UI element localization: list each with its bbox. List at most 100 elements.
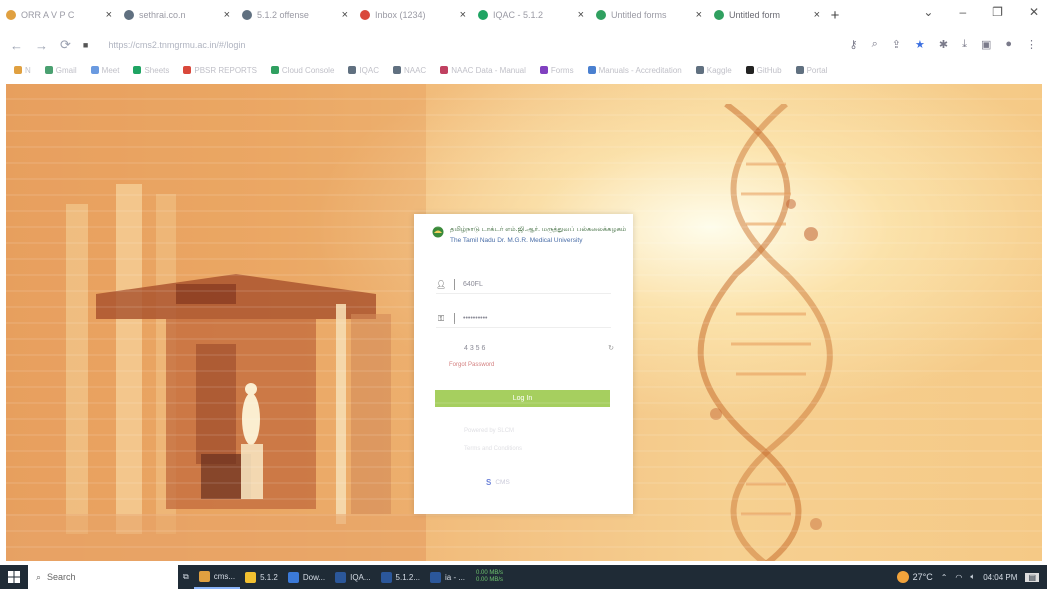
key-icon[interactable]: ⚷	[850, 38, 858, 51]
bookmark-item[interactable]: Gmail	[44, 65, 77, 75]
password-input[interactable]: ••••••••••	[463, 315, 488, 322]
bookmark-favicon-icon	[745, 66, 754, 74]
taskbar-app-label: 5.1.2	[260, 572, 278, 582]
bookmark-item[interactable]: PBSR REPORTS	[183, 66, 257, 75]
taskbar-app-button[interactable]: Dow...	[283, 565, 330, 589]
browser-tab[interactable]: Untitled forms ×	[590, 2, 708, 28]
tab-close-icon[interactable]: ×	[106, 9, 112, 21]
reload-icon[interactable]: ⟳	[60, 37, 71, 53]
taskbar-app-button[interactable]: cms...	[193, 565, 241, 589]
bookmark-item[interactable]: Cloud Console	[270, 65, 335, 75]
username-field[interactable]: 👤︎ 640FL	[436, 276, 611, 294]
refresh-captcha-icon[interactable]: ↻	[608, 344, 614, 352]
windows-taskbar: ⌕ Search ⧉ cms... 5.1.2 Dow... IQA... 5.1.2.…	[0, 565, 1047, 589]
taskbar-app-icon	[430, 571, 442, 583]
footer-note-2[interactable]: Terms and Conditions	[464, 446, 522, 452]
tab-title: sethrai.co.n	[139, 10, 186, 20]
tab-close-icon[interactable]: ×	[696, 9, 702, 21]
windows-start-icon[interactable]	[0, 571, 28, 583]
wifi-icon[interactable]: ◠	[955, 573, 962, 582]
browser-tab[interactable]: ORR A V P C ×	[0, 2, 118, 28]
forward-icon[interactable]: →	[35, 38, 48, 53]
sidepanel-icon[interactable]: ▣	[981, 38, 991, 51]
taskbar-app-label: IQA...	[350, 572, 371, 582]
tab-favicon-icon	[478, 10, 488, 20]
back-icon[interactable]: ←	[10, 38, 23, 53]
tab-favicon-icon	[124, 10, 134, 20]
tab-close-icon[interactable]: ×	[460, 9, 466, 21]
search-icon: ⌕	[36, 571, 42, 582]
browser-tab[interactable]: sethrai.co.n ×	[118, 2, 236, 28]
taskbar-app-icon	[245, 571, 257, 583]
taskbar-app-icon	[198, 570, 210, 582]
network-download: 0.00 MB/s	[476, 577, 504, 583]
username-input[interactable]: 640FL	[463, 281, 483, 288]
bookmark-item[interactable]: Kaggle	[695, 65, 732, 75]
password-field[interactable]: ⚿ ••••••••••	[436, 310, 611, 328]
bookmark-label: Gmail	[55, 65, 77, 75]
taskbar-app-icon	[380, 571, 392, 583]
browser-tab[interactable]: 5.1.2 offense ×	[236, 2, 354, 28]
zoom-icon[interactable]: ⌕	[872, 38, 878, 51]
login-button[interactable]: Log In	[435, 390, 610, 407]
taskbar-app-button[interactable]: ia - ...	[425, 565, 470, 589]
close-window-button[interactable]: ✕	[1029, 5, 1039, 19]
bookmark-item[interactable]: NAAC	[392, 66, 426, 75]
download-icon[interactable]: ⤓	[962, 38, 967, 51]
restore-button[interactable]: ❐	[992, 5, 1003, 19]
bookmark-favicon-icon	[695, 66, 704, 74]
university-name-tamil: தமிழ்நாடு டாக்டர் எம்.ஜி.ஆர். மருத்துவப்…	[450, 226, 627, 233]
bookmark-favicon-icon	[183, 66, 192, 74]
weather-widget[interactable]: 27°C	[896, 571, 933, 583]
bookmark-item[interactable]: IQAC	[348, 66, 379, 75]
menu-icon[interactable]: ⋮	[1026, 38, 1037, 51]
tab-close-icon[interactable]: ×	[578, 9, 584, 21]
bookmark-item[interactable]: Sheets	[133, 66, 169, 75]
tab-title: ORR A V P C	[21, 10, 75, 20]
bookmark-item[interactable]: N	[14, 66, 31, 75]
bookmark-item[interactable]: GitHub	[745, 66, 782, 75]
bookmark-favicon-icon	[270, 66, 279, 74]
captcha-text: 4 3 5 6	[464, 344, 486, 352]
browser-tab[interactable]: IQAC - 5.1.2 ×	[472, 2, 590, 28]
taskbar-app-button[interactable]: 5.1.2...	[376, 565, 425, 589]
bookmark-item[interactable]: NAAC Data - Manual	[440, 66, 526, 75]
minimize-button[interactable]: –	[959, 5, 966, 19]
bookmark-item[interactable]: Forms	[539, 66, 574, 75]
tab-close-icon[interactable]: ×	[814, 9, 820, 21]
forgot-password-link[interactable]: Forgot Password	[449, 362, 494, 368]
weather-sun-icon	[896, 571, 909, 583]
taskbar-app-button[interactable]: IQA...	[330, 565, 375, 589]
brand-name: CMS	[495, 479, 510, 486]
bookmark-item[interactable]: Portal	[795, 66, 827, 75]
tray-chevron-icon[interactable]: ⌃	[941, 573, 948, 582]
tab-close-icon[interactable]: ×	[342, 9, 348, 21]
share-icon[interactable]: ⇪	[892, 38, 901, 51]
taskbar-search-box[interactable]: ⌕ Search	[28, 565, 178, 589]
profile-icon[interactable]: ●	[1005, 38, 1012, 51]
notification-icon[interactable]: ▤	[1025, 572, 1039, 582]
tab-search-icon[interactable]: ⌄	[923, 5, 933, 19]
site-info-icon[interactable]: ■	[83, 40, 88, 50]
volume-icon[interactable]: 🔈︎	[970, 572, 975, 582]
url-input[interactable]: https://cms2.tnmgrmu.ac.in/#/login	[108, 40, 628, 50]
clock-text[interactable]: 04:04 PM	[983, 573, 1017, 582]
bookmark-item[interactable]: Manuals - Accreditation	[587, 66, 682, 75]
browser-tab-strip: ORR A V P C × sethrai.co.n × 5.1.2 offense × I…	[0, 0, 1047, 30]
bookmark-label: Cloud Console	[281, 65, 335, 75]
extensions-icon[interactable]: ✱	[939, 38, 948, 51]
taskbar-app-label: ia - ...	[445, 572, 466, 582]
new-tab-button[interactable]: +	[826, 7, 844, 24]
bookmark-label: Kaggle	[706, 65, 732, 75]
tab-close-icon[interactable]: ×	[224, 9, 230, 21]
browser-tab[interactable]: Inbox (1234) ×	[354, 2, 472, 28]
bookmark-item[interactable]: Meet	[90, 66, 119, 75]
bookmark-favicon-icon	[539, 66, 548, 74]
bookmark-favicon-icon	[795, 66, 804, 74]
bookmark-label: PBSR REPORTS	[194, 65, 257, 75]
taskbar-app-button[interactable]: 5.1.2	[240, 565, 283, 589]
task-view-icon[interactable]: ⧉	[178, 565, 194, 589]
browser-tab[interactable]: Untitled form ×	[708, 2, 826, 28]
bookmark-star-icon[interactable]: ★	[915, 38, 925, 51]
network-speed: 0.00 MB/s 0.00 MB/s	[476, 570, 503, 584]
